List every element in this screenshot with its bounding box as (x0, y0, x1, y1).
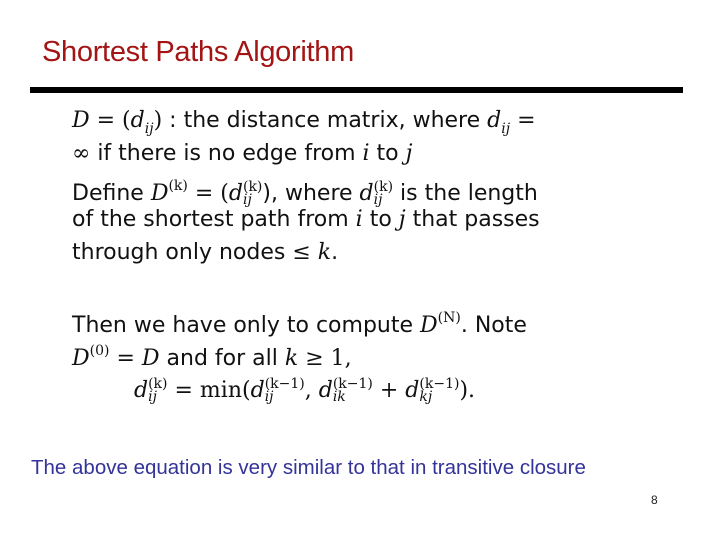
recurrence-text: . Note (460, 313, 527, 338)
matrix-symbol: D (420, 313, 438, 338)
sup-sub: (k−1) kj (419, 377, 459, 405)
subscript: ij (501, 121, 511, 137)
superscript: (0) (89, 343, 110, 359)
var-i: i (355, 207, 363, 232)
superscript: (k) (168, 178, 188, 194)
subscript: ij (264, 389, 274, 405)
definition-text: if there is no edge from (90, 141, 363, 166)
page-number: 8 (651, 493, 658, 507)
comma: , (304, 378, 319, 403)
infinity-symbol: ∞ (72, 141, 91, 166)
min-operator: = min( (167, 378, 251, 403)
matrix-symbol: D (141, 346, 160, 371)
subscript: ik (332, 389, 346, 405)
entry-symbol: d (134, 378, 149, 403)
var-i: i (362, 141, 370, 166)
period: . (331, 240, 339, 265)
var-k: k (284, 346, 299, 371)
recurrence-line-2: D(0) = D and for all k ≥ 1, (72, 335, 632, 371)
slide-title: Shortest Paths Algorithm (42, 36, 354, 68)
leq-symbol: ≤ (292, 240, 311, 265)
var-j: j (405, 141, 413, 166)
matrix-symbol: D (72, 108, 90, 133)
definition-text: : the distance matrix, where (162, 108, 488, 133)
entry-symbol: d (318, 378, 333, 403)
definition-line-1: D = (dij) : the distance matrix, where d… (72, 104, 632, 137)
definition-text: to (362, 207, 399, 232)
plus: + (372, 378, 406, 403)
paren: ). (459, 378, 476, 403)
subscript: kj (419, 389, 433, 405)
recurrence-line-1: Then we have only to compute D(N). Note (72, 302, 632, 338)
equals: = (510, 108, 536, 133)
entry-symbol: d (487, 108, 502, 133)
matrix-symbol: D (72, 346, 90, 371)
caption: The above equation is very similar to th… (31, 456, 586, 479)
definition-text: of the shortest path from (72, 207, 356, 232)
recurrence-text: and for all (159, 346, 285, 371)
subscript: ij (144, 121, 154, 137)
definition-line-4: of the shortest path from i to j that pa… (72, 203, 632, 236)
geq-condition: ≥ 1, (298, 346, 352, 371)
sup-sub: (k−1) ik (332, 377, 373, 405)
title-divider (30, 87, 683, 93)
definition-text: through only nodes (72, 240, 293, 265)
definition-line-3: Define D(k) = (d (k) ij), where d (k) ij is … (72, 170, 632, 207)
var-k: k (310, 240, 332, 265)
definition-text: that passes (405, 207, 540, 232)
var-j: j (398, 207, 406, 232)
definition-line-5: through only nodes ≤ k. (72, 236, 632, 269)
sup-sub: (k) ij (148, 377, 167, 405)
definition-text: to (369, 141, 406, 166)
sup-sub: (k−1) ij (264, 377, 305, 405)
recurrence-equation: d (k) ij = min(d (k−1) ij, d (k−1) ik + d (k−1)… (72, 374, 632, 407)
equals: = (109, 346, 142, 371)
entry-symbol: d (405, 378, 420, 403)
paren: ) (153, 108, 163, 133)
definition-line-2: ∞ if there is no edge from i to j (72, 137, 632, 170)
definition-block: D = (dij) : the distance matrix, where d… (72, 104, 632, 407)
subscript: ij (148, 389, 157, 405)
entry-symbol: d (250, 378, 265, 403)
entry-symbol: d (130, 108, 145, 133)
equals: = ( (89, 108, 131, 133)
superscript: (N) (437, 310, 461, 326)
